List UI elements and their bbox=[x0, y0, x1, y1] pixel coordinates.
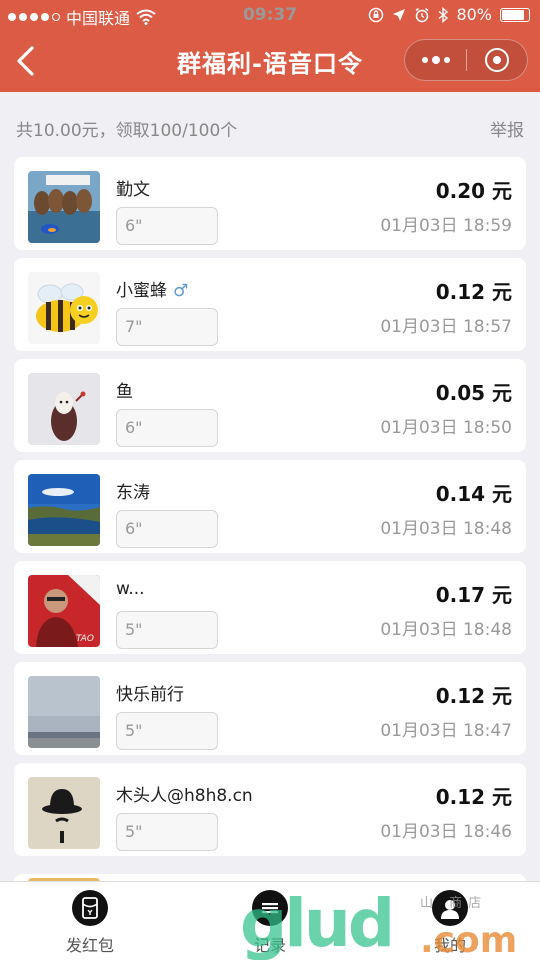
report-link[interactable]: 举报 bbox=[490, 116, 524, 141]
nav-bar: 群福利-语音口令 bbox=[0, 30, 540, 92]
list-item[interactable]: 东涛 6" 0.14 元 01月03日 18:48 bbox=[14, 460, 526, 553]
user-name: 鱼 bbox=[116, 382, 133, 402]
svg-text:TAO: TAO bbox=[76, 634, 94, 644]
list-item-partial bbox=[14, 874, 526, 881]
timestamp: 01月03日 18:59 bbox=[380, 216, 512, 236]
amount: 0.12 元 bbox=[435, 785, 512, 809]
tab-label: 发红包 bbox=[65, 936, 114, 955]
rotation-lock-icon bbox=[369, 7, 384, 22]
tab-send-red-packet[interactable]: 发红包 bbox=[30, 890, 150, 956]
voice-message[interactable]: 5" bbox=[116, 611, 218, 649]
avatar bbox=[28, 272, 100, 344]
summary-text: 共10.00元，领取100/100个 bbox=[16, 121, 238, 141]
red-packet-icon bbox=[72, 890, 108, 926]
list-item[interactable]: 鱼 6" 0.05 元 01月03日 18:50 bbox=[14, 359, 526, 452]
amount: 0.17 元 bbox=[435, 583, 512, 607]
amount: 0.05 元 bbox=[435, 381, 512, 405]
amount: 0.12 元 bbox=[435, 684, 512, 708]
list-item[interactable]: TAO w... 5" 0.17 元 01月03日 18:48 bbox=[14, 561, 526, 654]
list-item[interactable]: 小蜜蜂 ♂ 7" 0.12 元 01月03日 18:57 bbox=[14, 258, 526, 351]
voice-message[interactable]: 6" bbox=[116, 409, 218, 447]
record-list: 勤文 6" 0.20 元 01月03日 18:59 小蜜蜂 ♂ 7" 0.12 元… bbox=[14, 157, 526, 881]
amount: 0.20 元 bbox=[435, 179, 512, 203]
amount: 0.12 元 bbox=[435, 280, 512, 304]
avatar bbox=[28, 373, 100, 445]
voice-message[interactable]: 6" bbox=[116, 207, 218, 245]
timestamp: 01月03日 18:50 bbox=[380, 418, 512, 438]
avatar: TAO bbox=[28, 575, 100, 647]
bluetooth-icon bbox=[438, 6, 449, 23]
user-name: 小蜜蜂 ♂ bbox=[116, 281, 189, 301]
voice-message[interactable]: 5" bbox=[116, 813, 218, 851]
user-name: 东涛 bbox=[116, 483, 150, 503]
watermark: glud bbox=[240, 885, 395, 960]
target-icon bbox=[484, 48, 509, 72]
timestamp: 01月03日 18:48 bbox=[380, 519, 512, 539]
status-right: 80% bbox=[368, 5, 530, 24]
amount: 0.14 元 bbox=[435, 482, 512, 506]
miniprogram-capsule bbox=[404, 39, 528, 81]
voice-message[interactable]: 5" bbox=[116, 712, 218, 750]
timestamp: 01月03日 18:48 bbox=[380, 620, 512, 640]
timestamp: 01月03日 18:57 bbox=[380, 317, 512, 337]
watermark-small: 山 商店 bbox=[420, 896, 488, 911]
avatar bbox=[28, 676, 100, 748]
user-name: 勤文 bbox=[116, 180, 150, 200]
timestamp: 01月03日 18:47 bbox=[380, 721, 512, 741]
user-name: 木头人@h8h8.cn bbox=[116, 786, 253, 806]
voice-message[interactable]: 7" bbox=[116, 308, 218, 346]
timestamp: 01月03日 18:46 bbox=[380, 822, 512, 842]
watermark-suffix: .com bbox=[420, 920, 518, 960]
status-bar: 中国联通 09:37 80% bbox=[0, 0, 540, 30]
battery-percent: 80% bbox=[456, 5, 492, 24]
user-name: w... bbox=[116, 579, 145, 599]
more-button[interactable] bbox=[405, 39, 466, 81]
avatar bbox=[28, 777, 100, 849]
close-button[interactable] bbox=[467, 39, 527, 81]
voice-message[interactable]: 6" bbox=[116, 510, 218, 548]
avatar bbox=[28, 474, 100, 546]
battery-icon bbox=[500, 7, 530, 22]
list-item[interactable]: 木头人@h8h8.cn 5" 0.12 元 01月03日 18:46 bbox=[14, 763, 526, 856]
list-item[interactable]: 勤文 6" 0.20 元 01月03日 18:59 bbox=[14, 157, 526, 250]
male-icon: ♂ bbox=[173, 281, 189, 301]
user-name: 快乐前行 bbox=[116, 685, 184, 705]
location-icon bbox=[393, 8, 406, 21]
list-item[interactable]: 快乐前行 5" 0.12 元 01月03日 18:47 bbox=[14, 662, 526, 755]
alarm-icon bbox=[415, 7, 429, 22]
avatar bbox=[28, 171, 100, 243]
